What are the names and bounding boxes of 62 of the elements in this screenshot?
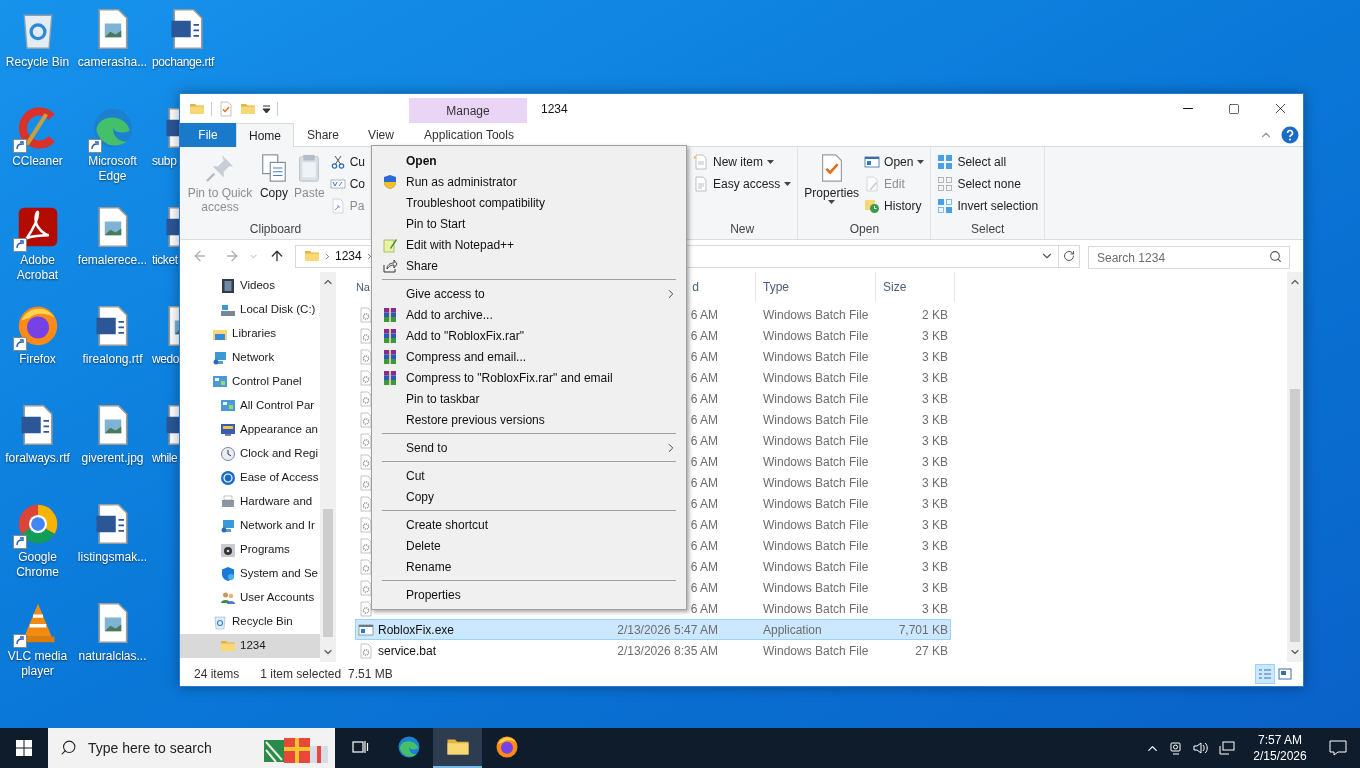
size-cell-text: 3 KB [921, 495, 948, 513]
context-tab-header: Manage [409, 98, 527, 123]
date-cell-text: 6 AM [690, 579, 718, 597]
window-title: 1234 [541, 100, 568, 118]
type-cell-text: Windows Batch File [762, 474, 870, 492]
date-cell-text: 6 AM [690, 348, 718, 366]
size-cell-text: 7,701 KB [897, 621, 948, 639]
date-cell-text: 6 AM [690, 306, 718, 324]
date-cell-text: 6 AM [690, 390, 718, 408]
date-cell-text: 6 AM [690, 411, 718, 429]
date-cell-text: 6 AM [690, 327, 718, 345]
size-cell-text: 3 KB [921, 453, 948, 471]
ribbon-group-label: Select [970, 221, 1006, 238]
date-cell-text: 6 AM [690, 600, 718, 618]
ribbon-group-label: New [729, 221, 756, 238]
size-cell-text: 3 KB [921, 390, 948, 408]
size-cell-text: 3 KB [921, 600, 948, 618]
ribbon-group-label: Open [848, 221, 881, 238]
size-cell-text: 3 KB [921, 327, 948, 345]
date-cell-text: 6 AM [690, 453, 718, 471]
size-cell-text: 2 KB [921, 306, 948, 324]
size-cell-text: 3 KB [921, 348, 948, 366]
type-cell-text: Windows Batch File [762, 537, 870, 555]
date-cell-text: 6 AM [690, 558, 718, 576]
ribbon-group-label: Clipboard [248, 221, 303, 238]
type-cell-text: Windows Batch File [762, 327, 870, 345]
type-cell-text: Windows Batch File [762, 600, 870, 618]
size-cell-text: 3 KB [921, 369, 948, 387]
size-cell-text: 3 KB [921, 411, 948, 429]
type-cell-text: Windows Batch File [762, 516, 870, 534]
type-cell-text: Windows Batch File [762, 432, 870, 450]
date-cell-text: 2/13/2026 8:35 AM [617, 642, 718, 660]
date-cell-text: 2/13/2026 5:47 AM [617, 621, 718, 639]
size-cell-text: 3 KB [921, 558, 948, 576]
type-cell-text: Windows Batch File [762, 558, 870, 576]
size-cell-text: 27 KB [914, 642, 948, 660]
type-cell-text: Windows Batch File [762, 411, 870, 429]
file-name: service.bat [378, 642, 437, 660]
item-count: 24 items [194, 666, 240, 683]
date-cell-text: 6 AM [690, 516, 718, 534]
file-name: RobloxFix.exe [378, 621, 455, 639]
size-cell-text: 3 KB [921, 432, 948, 450]
size-cell-text: 3 KB [921, 474, 948, 492]
type-cell-text: Windows Batch File [762, 495, 870, 513]
date-cell-text: 6 AM [690, 432, 718, 450]
size-cell-text: 3 KB [921, 516, 948, 534]
type-cell-text: Windows Batch File [762, 642, 870, 660]
type-cell-text: Application [762, 621, 823, 639]
size-cell-text: 3 KB [921, 537, 948, 555]
type-cell-text: Windows Batch File [762, 348, 870, 366]
date-cell-text: 6 AM [690, 537, 718, 555]
date-cell-text: 6 AM [690, 474, 718, 492]
date-cell-text: 6 AM [690, 495, 718, 513]
selection-status: 1 item selected [260, 666, 342, 683]
size-cell-text: 3 KB [921, 579, 948, 597]
selection-size: 7.51 MB [348, 666, 393, 683]
type-cell-text: Windows Batch File [762, 390, 870, 408]
type-cell-text: Windows Batch File [762, 306, 870, 324]
type-cell-text: Windows Batch File [762, 369, 870, 387]
date-cell-text: 6 AM [690, 369, 718, 387]
type-cell-text: Windows Batch File [762, 579, 870, 597]
type-cell-text: Windows Batch File [762, 453, 870, 471]
